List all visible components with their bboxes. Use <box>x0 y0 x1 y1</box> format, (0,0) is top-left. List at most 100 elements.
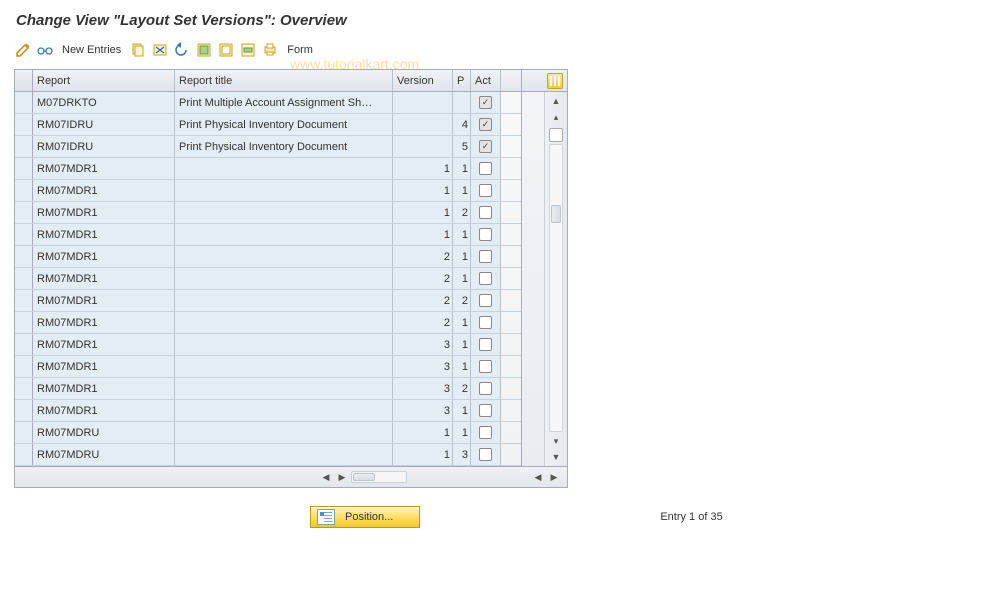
cell-report[interactable]: RM07MDR1 <box>33 268 175 289</box>
col-header-title[interactable]: Report title <box>175 70 393 91</box>
cell-version[interactable]: 3 <box>393 400 453 421</box>
cell-version[interactable]: 2 <box>393 246 453 267</box>
cell-version[interactable]: 1 <box>393 224 453 245</box>
act-checkbox[interactable] <box>479 184 492 197</box>
act-checkbox[interactable] <box>479 228 492 241</box>
row-selector[interactable] <box>15 202 33 223</box>
configure-columns-icon[interactable] <box>547 73 563 89</box>
cell-title[interactable]: Print Physical Inventory Document <box>175 136 393 157</box>
hscroll-right2-icon[interactable]: ▶ <box>547 470 561 484</box>
act-checkbox[interactable] <box>479 382 492 395</box>
cell-p[interactable]: 1 <box>453 268 471 289</box>
print-icon[interactable] <box>261 41 279 59</box>
cell-report[interactable]: RM07MDR1 <box>33 356 175 377</box>
act-checkbox[interactable] <box>479 118 492 131</box>
act-checkbox[interactable] <box>479 294 492 307</box>
cell-report[interactable]: RM07MDR1 <box>33 224 175 245</box>
cell-version[interactable] <box>393 114 453 135</box>
cell-version[interactable]: 1 <box>393 180 453 201</box>
cell-p[interactable]: 2 <box>453 202 471 223</box>
cell-report[interactable]: RM07MDRU <box>33 444 175 465</box>
cell-title[interactable] <box>175 180 393 201</box>
scroll-track[interactable] <box>549 144 563 432</box>
row-selector[interactable] <box>15 334 33 355</box>
scroll-down2-icon[interactable]: ▾ <box>549 434 563 448</box>
undo-icon[interactable] <box>173 41 191 59</box>
cell-p[interactable]: 1 <box>453 158 471 179</box>
row-selector-header[interactable] <box>15 70 33 91</box>
cell-version[interactable]: 2 <box>393 312 453 333</box>
cell-report[interactable]: RM07MDR1 <box>33 180 175 201</box>
cell-p[interactable]: 1 <box>453 334 471 355</box>
cell-version[interactable]: 3 <box>393 334 453 355</box>
cell-title[interactable] <box>175 246 393 267</box>
cell-p[interactable]: 5 <box>453 136 471 157</box>
cell-p[interactable]: 4 <box>453 114 471 135</box>
act-checkbox[interactable] <box>479 360 492 373</box>
glasses-icon[interactable] <box>36 41 54 59</box>
cell-title[interactable] <box>175 400 393 421</box>
cell-title[interactable] <box>175 378 393 399</box>
cell-p[interactable]: 1 <box>453 246 471 267</box>
cell-title[interactable] <box>175 444 393 465</box>
cell-report[interactable]: RM07MDR1 <box>33 290 175 311</box>
cell-report[interactable]: RM07IDRU <box>33 136 175 157</box>
vertical-scrollbar[interactable]: ▲ ▴ ▾ ▼ <box>544 92 567 466</box>
row-selector[interactable] <box>15 180 33 201</box>
cell-report[interactable]: RM07MDR1 <box>33 378 175 399</box>
position-button[interactable]: Position... <box>310 506 420 528</box>
cell-p[interactable]: 2 <box>453 290 471 311</box>
act-checkbox[interactable] <box>479 250 492 263</box>
act-checkbox[interactable] <box>479 426 492 439</box>
scroll-indicator-box[interactable] <box>549 128 563 142</box>
col-header-p[interactable]: P <box>453 70 471 91</box>
cell-title[interactable] <box>175 158 393 179</box>
deselect-all-icon[interactable] <box>217 41 235 59</box>
row-selector[interactable] <box>15 400 33 421</box>
hscroll-thumb[interactable] <box>353 473 375 481</box>
cell-report[interactable]: RM07MDR1 <box>33 246 175 267</box>
cell-p[interactable]: 2 <box>453 378 471 399</box>
select-all-icon[interactable] <box>195 41 213 59</box>
cell-title[interactable] <box>175 334 393 355</box>
select-block-icon[interactable] <box>239 41 257 59</box>
copy-icon[interactable] <box>129 41 147 59</box>
row-selector[interactable] <box>15 356 33 377</box>
cell-version[interactable] <box>393 92 453 113</box>
cell-version[interactable]: 1 <box>393 444 453 465</box>
act-checkbox[interactable] <box>479 316 492 329</box>
cell-version[interactable]: 2 <box>393 268 453 289</box>
row-selector[interactable] <box>15 246 33 267</box>
act-checkbox[interactable] <box>479 448 492 461</box>
scroll-down-icon[interactable]: ▼ <box>549 450 563 464</box>
cell-p[interactable]: 1 <box>453 312 471 333</box>
act-checkbox[interactable] <box>479 272 492 285</box>
row-selector[interactable] <box>15 224 33 245</box>
cell-title[interactable] <box>175 202 393 223</box>
cell-p[interactable]: 3 <box>453 444 471 465</box>
cell-title[interactable] <box>175 224 393 245</box>
cell-version[interactable]: 2 <box>393 290 453 311</box>
cell-p[interactable]: 1 <box>453 180 471 201</box>
act-checkbox[interactable] <box>479 206 492 219</box>
cell-p[interactable]: 1 <box>453 224 471 245</box>
act-checkbox[interactable] <box>479 338 492 351</box>
scroll-thumb[interactable] <box>551 205 561 223</box>
cell-report[interactable]: RM07MDR1 <box>33 334 175 355</box>
cell-version[interactable] <box>393 136 453 157</box>
cell-report[interactable]: RM07MDR1 <box>33 158 175 179</box>
act-checkbox[interactable] <box>479 140 492 153</box>
cell-p[interactable]: 1 <box>453 422 471 443</box>
row-selector[interactable] <box>15 422 33 443</box>
cell-title[interactable] <box>175 422 393 443</box>
col-header-version[interactable]: Version <box>393 70 453 91</box>
cell-report[interactable]: M07DRKTO <box>33 92 175 113</box>
cell-title[interactable] <box>175 268 393 289</box>
cell-title[interactable]: Print Multiple Account Assignment Sh… <box>175 92 393 113</box>
row-selector[interactable] <box>15 290 33 311</box>
cell-version[interactable]: 1 <box>393 422 453 443</box>
act-checkbox[interactable] <box>479 162 492 175</box>
hscroll-left-icon[interactable]: ◀ <box>319 470 333 484</box>
row-selector[interactable] <box>15 378 33 399</box>
row-selector[interactable] <box>15 136 33 157</box>
